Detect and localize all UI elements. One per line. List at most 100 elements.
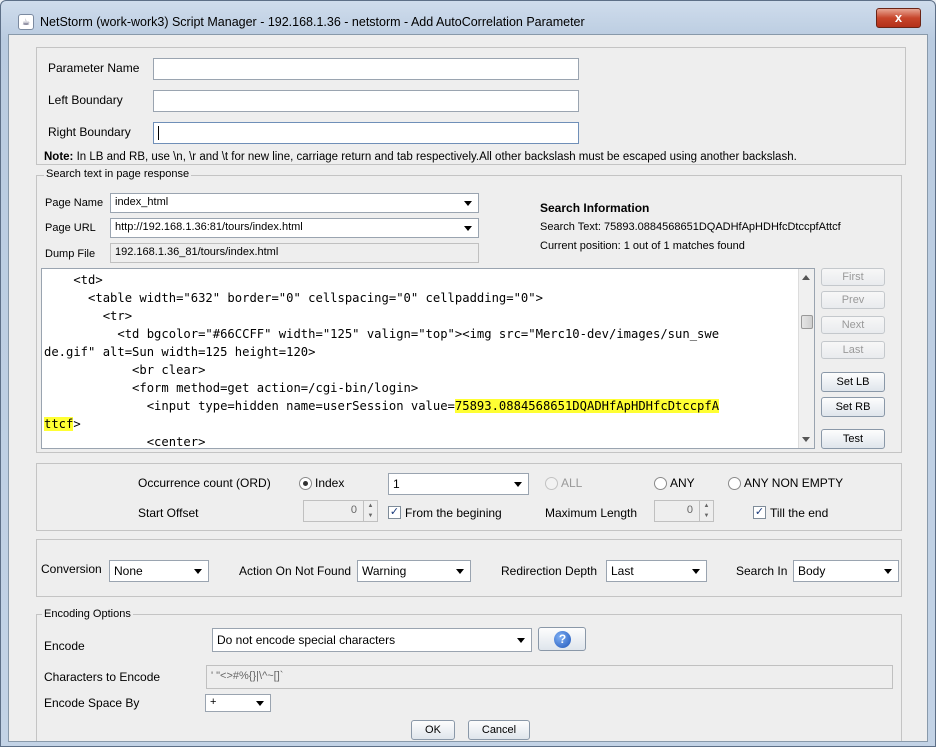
- set-rb-button[interactable]: Set RB: [821, 397, 885, 417]
- search-panel-legend: Search text in page response: [44, 168, 192, 180]
- code-scrollbar[interactable]: [798, 269, 814, 448]
- code-line: <form method=get action=/cgi-bin/login>: [44, 381, 419, 395]
- any-non-empty-label: ANY NON EMPTY: [744, 476, 844, 490]
- code-line: ttcf>: [44, 415, 81, 433]
- page-name-label: Page Name: [45, 197, 104, 209]
- encode-space-by-select[interactable]: +: [205, 694, 271, 712]
- action-on-not-found-label: Action On Not Found: [239, 564, 352, 578]
- redirection-depth-value: Last: [611, 564, 634, 578]
- page-url-value: http://192.168.1.36:81/tours/index.html: [115, 221, 303, 233]
- right-boundary-input[interactable]: [153, 122, 579, 144]
- till-end-checkbox[interactable]: ✓: [753, 506, 766, 519]
- search-info-title: Search Information: [540, 201, 650, 215]
- index-radio-label: Index: [315, 476, 345, 490]
- conversion-select[interactable]: None: [109, 560, 209, 582]
- code-line: <tr>: [44, 309, 133, 323]
- code-text: >: [73, 417, 81, 431]
- left-boundary-label: Left Boundary: [48, 93, 123, 107]
- search-in-select[interactable]: Body: [793, 560, 899, 582]
- next-button[interactable]: Next: [821, 316, 885, 334]
- index-radio[interactable]: [299, 477, 312, 490]
- note-label: Note:: [44, 151, 74, 163]
- action-on-not-found-select[interactable]: Warning: [357, 560, 471, 582]
- redirection-depth-select[interactable]: Last: [606, 560, 707, 582]
- last-button[interactable]: Last: [821, 341, 885, 359]
- code-line: <center>: [44, 435, 206, 449]
- code-line: <br clear>: [44, 363, 206, 377]
- encoding-help-button[interactable]: ?: [538, 627, 586, 651]
- parameter-name-input[interactable]: [153, 58, 579, 80]
- search-in-label: Search In: [736, 564, 788, 578]
- spin-up-icon[interactable]: ▲: [363, 501, 377, 511]
- title-bar[interactable]: ☕ NetStorm (work-work3) Script Manager -…: [0, 0, 936, 34]
- chevron-down-icon: [692, 569, 700, 574]
- all-radio-label: ALL: [561, 476, 583, 490]
- encode-select[interactable]: Do not encode special characters: [212, 628, 532, 652]
- window-title: NetStorm (work-work3) Script Manager - 1…: [40, 15, 585, 29]
- note-text: Note: In LB and RB, use \n, \r and \t fo…: [44, 151, 797, 163]
- ok-button[interactable]: OK: [411, 720, 455, 740]
- index-select[interactable]: 1: [388, 473, 529, 495]
- search-match-highlight: 75893.0884568651DQADHfApHDHfcDtccpfA: [454, 399, 720, 413]
- app-icon: ☕: [18, 14, 34, 30]
- chevron-down-icon: [464, 226, 472, 231]
- any-radio[interactable]: [654, 477, 667, 490]
- dump-file-label: Dump File: [45, 248, 96, 260]
- spin-up-icon[interactable]: ▲: [699, 501, 713, 511]
- page-name-select[interactable]: index_html: [110, 193, 479, 213]
- left-boundary-input[interactable]: [153, 90, 579, 112]
- note-body: In LB and RB, use \n, \r and \t for new …: [73, 151, 797, 163]
- maximum-length-label: Maximum Length: [545, 506, 638, 520]
- page-url-select[interactable]: http://192.168.1.36:81/tours/index.html: [110, 218, 479, 238]
- chevron-down-icon: [514, 482, 522, 487]
- dialog-client: Parameter Name Left Boundary Right Bound…: [8, 34, 928, 742]
- code-line: de.gif" alt=Sun width=125 height=120>: [44, 345, 316, 359]
- encode-space-by-value: +: [210, 696, 217, 708]
- conversion-label: Conversion: [41, 562, 102, 576]
- chevron-down-icon: [884, 569, 892, 574]
- text-caret: [158, 126, 159, 140]
- help-icon: ?: [554, 631, 571, 648]
- start-offset-spinner[interactable]: 0 ▲ ▼: [303, 500, 378, 522]
- right-boundary-label: Right Boundary: [48, 125, 131, 139]
- start-offset-value: 0: [350, 504, 357, 516]
- any-non-empty-radio[interactable]: [728, 477, 741, 490]
- first-button[interactable]: First: [821, 268, 885, 286]
- chevron-down-icon: [464, 201, 472, 206]
- dump-file-field: 192.168.1.36_81/tours/index.html: [110, 243, 479, 263]
- scroll-down-icon[interactable]: [802, 437, 810, 442]
- conversion-value: None: [114, 564, 143, 578]
- parameter-name-label: Parameter Name: [48, 61, 140, 75]
- characters-to-encode-field: ' "<>#%{}|\^~[]`: [206, 665, 893, 689]
- prev-button[interactable]: Prev: [821, 291, 885, 309]
- set-lb-button[interactable]: Set LB: [821, 372, 885, 392]
- close-button[interactable]: x: [876, 8, 921, 28]
- from-beginning-checkbox[interactable]: ✓: [388, 506, 401, 519]
- start-offset-label: Start Offset: [138, 506, 199, 520]
- chevron-down-icon: [456, 569, 464, 574]
- search-text-line: Search Text: 75893.0884568651DQADHfApHDH…: [540, 221, 841, 233]
- till-end-label: Till the end: [770, 506, 829, 520]
- code-line: <input type=hidden name=userSession valu…: [44, 397, 720, 415]
- any-radio-label: ANY: [670, 476, 695, 490]
- cancel-button[interactable]: Cancel: [468, 720, 530, 740]
- encode-label: Encode: [44, 639, 85, 653]
- encode-value: Do not encode special characters: [217, 633, 396, 647]
- page-url-label: Page URL: [45, 222, 96, 234]
- spin-down-icon[interactable]: ▼: [363, 511, 377, 521]
- code-text: <input type=hidden name=userSession valu…: [44, 399, 455, 413]
- scroll-up-icon[interactable]: [802, 275, 810, 280]
- page-response-viewer[interactable]: <td> <table width="632" border="0" cells…: [41, 268, 815, 449]
- scroll-thumb[interactable]: [801, 315, 813, 329]
- characters-to-encode-label: Characters to Encode: [44, 670, 161, 684]
- spin-down-icon[interactable]: ▼: [699, 511, 713, 521]
- all-radio[interactable]: [545, 477, 558, 490]
- action-on-not-found-value: Warning: [362, 564, 407, 578]
- test-button[interactable]: Test: [821, 429, 885, 449]
- redirection-depth-label: Redirection Depth: [501, 564, 598, 578]
- encoding-panel-legend: Encoding Options: [42, 608, 133, 620]
- chevron-down-icon: [194, 569, 202, 574]
- index-value: 1: [393, 477, 400, 491]
- maximum-length-spinner[interactable]: 0 ▲ ▼: [654, 500, 714, 522]
- search-in-value: Body: [798, 564, 826, 578]
